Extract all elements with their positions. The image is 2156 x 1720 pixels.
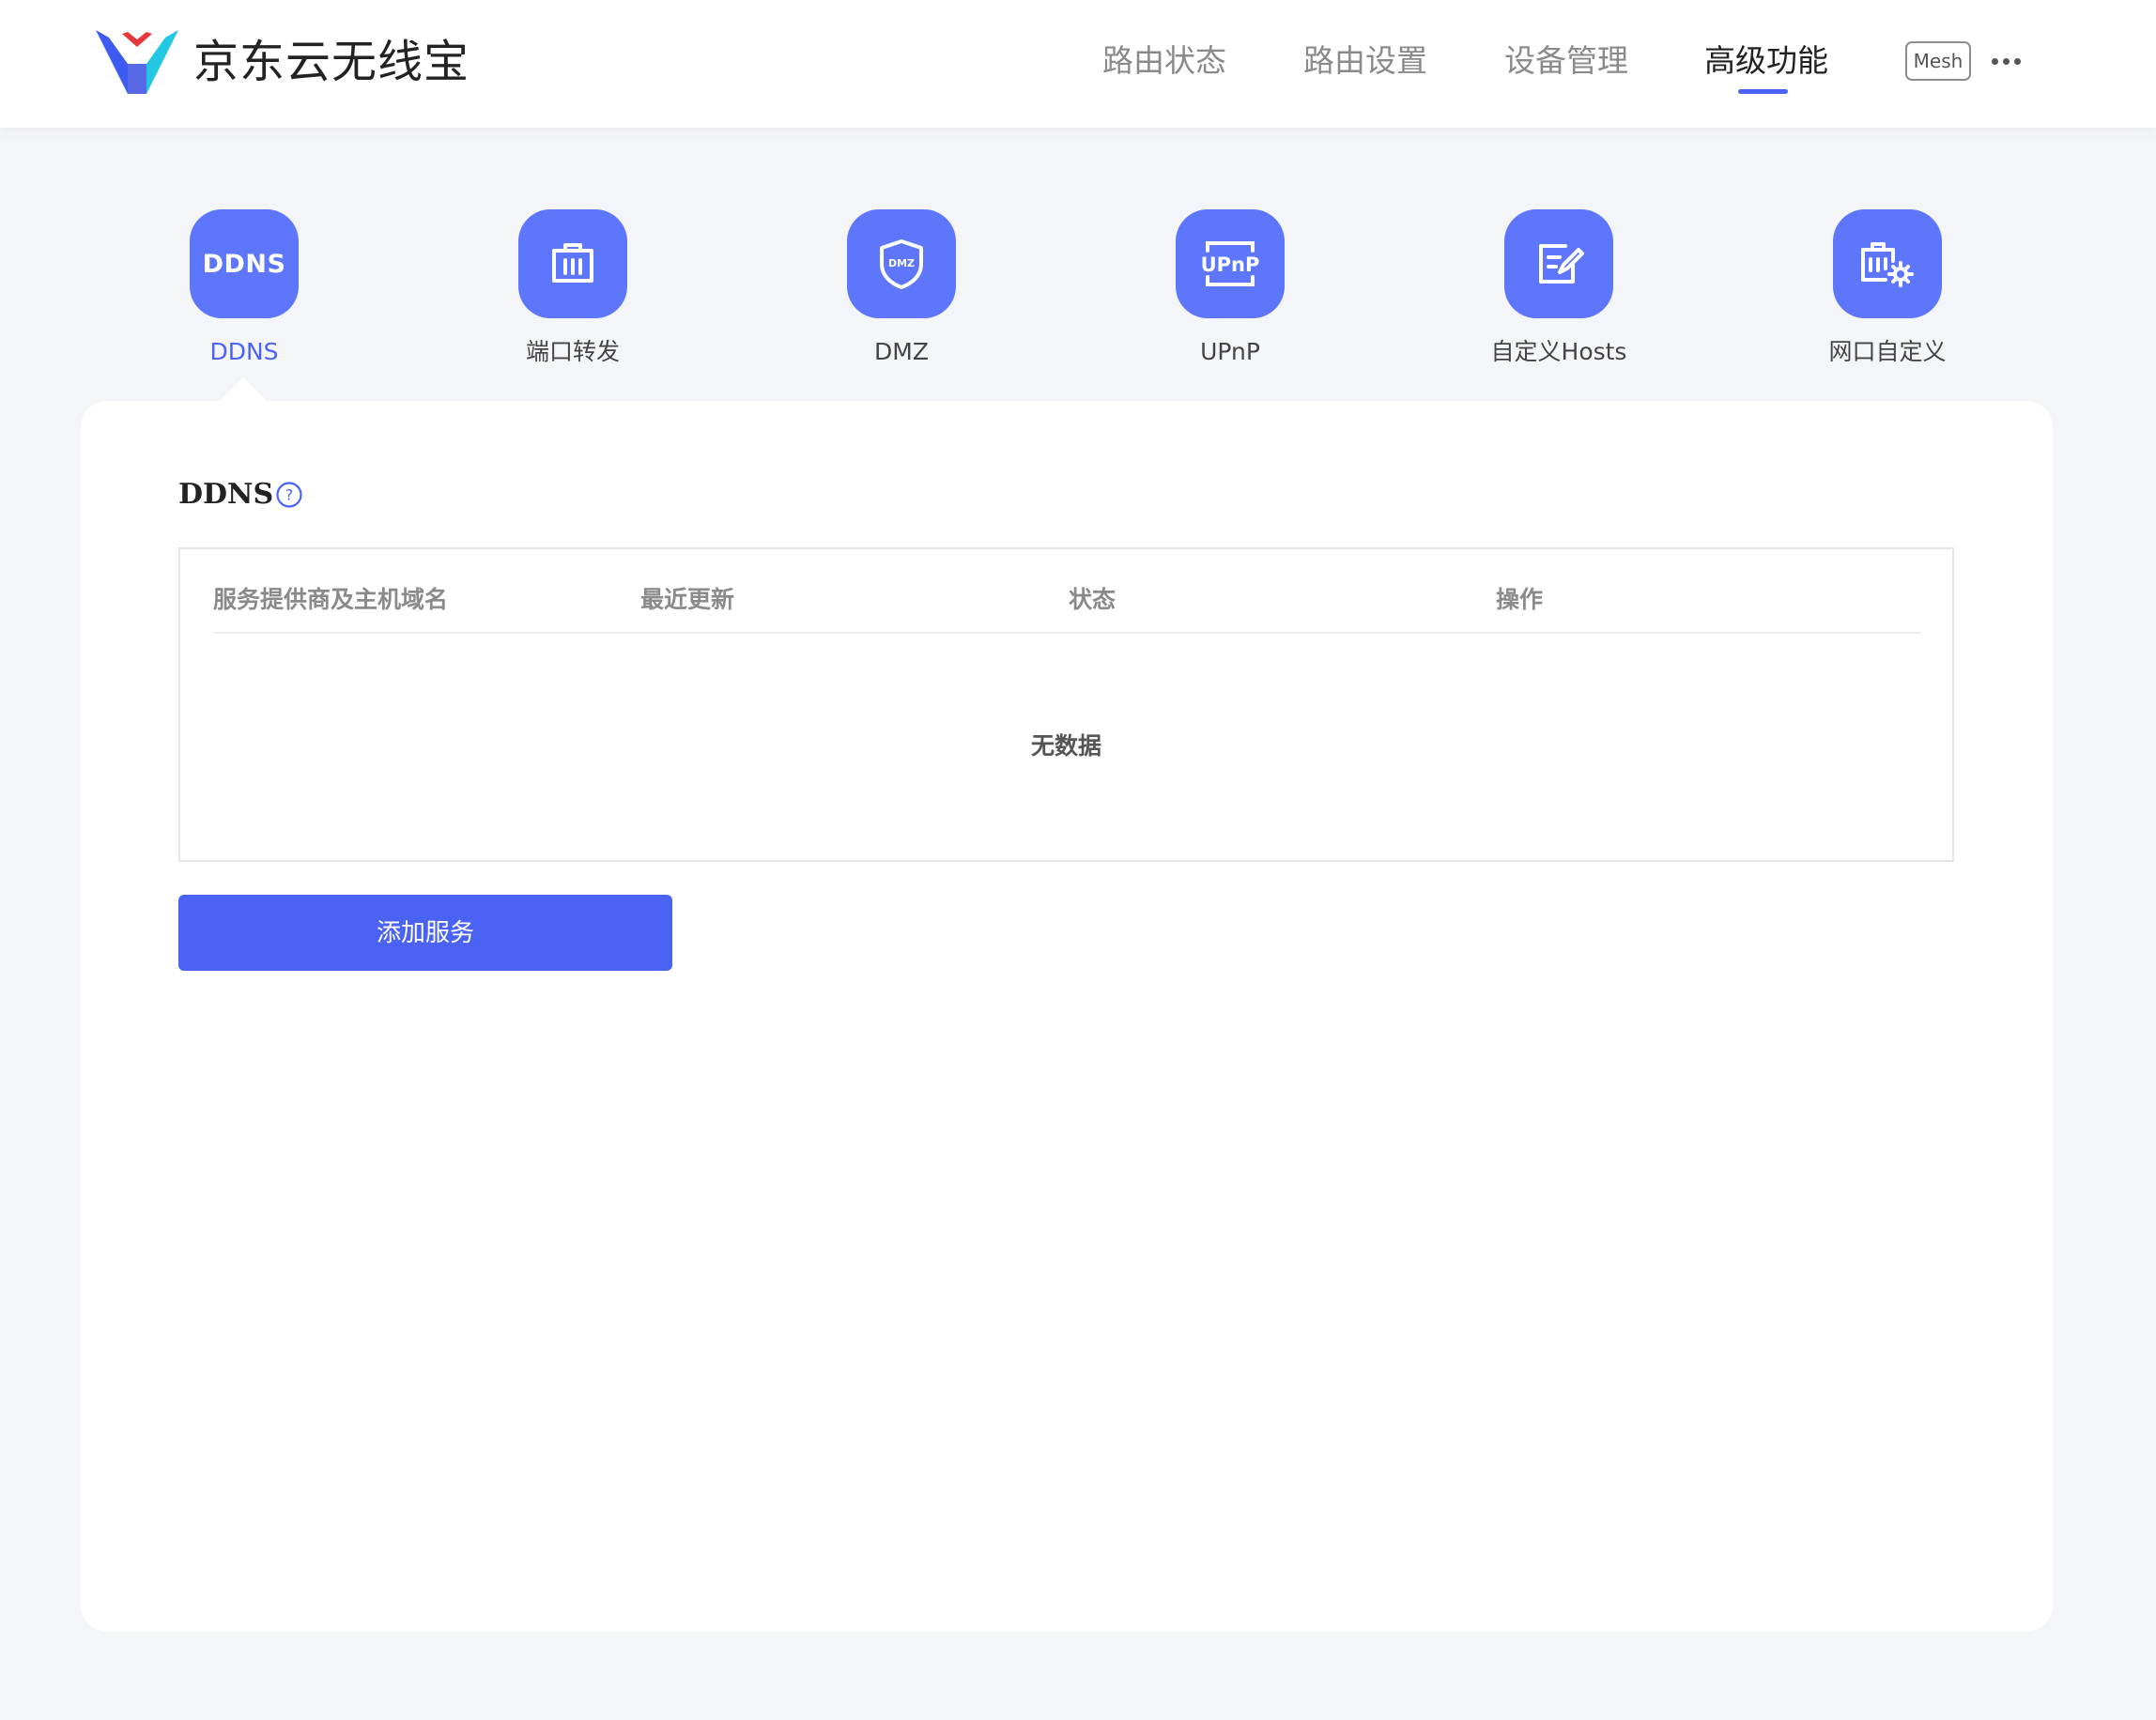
- port-icon: [518, 209, 627, 318]
- feature-label: 网口自定义: [1828, 338, 1947, 365]
- add-service-button[interactable]: 添加服务: [178, 895, 672, 971]
- feature-dmz[interactable]: DMZ DMZ: [808, 209, 995, 369]
- shield-icon: DMZ: [847, 209, 956, 318]
- feature-ddns[interactable]: DDNS DDNS: [150, 209, 338, 369]
- mesh-button[interactable]: Mesh: [1905, 41, 1971, 81]
- question-icon[interactable]: ?: [275, 481, 303, 509]
- feature-label: DMZ: [874, 338, 929, 365]
- feature-label: DDNS: [209, 338, 279, 365]
- nav-active-underline: [1738, 89, 1788, 94]
- port-settings-icon: [1833, 209, 1942, 318]
- feature-label: 自定义Hosts: [1490, 338, 1627, 365]
- svg-text:UPnP: UPnP: [1201, 253, 1260, 276]
- active-tab-pointer: [219, 377, 268, 402]
- brand-title: 京东云无线宝: [193, 36, 470, 88]
- ellipsis-icon[interactable]: [1991, 49, 2023, 73]
- nav-advanced-features[interactable]: 高级功能: [1704, 38, 1828, 84]
- feature-custom-hosts[interactable]: 自定义Hosts: [1465, 209, 1653, 369]
- svg-text:DMZ: DMZ: [888, 257, 915, 269]
- nav-device-management[interactable]: 设备管理: [1504, 38, 1628, 84]
- column-header: 状态: [1069, 586, 1116, 613]
- top-header: 京东云无线宝 路由状态 路由设置 设备管理 高级功能 Mesh: [0, 0, 2156, 128]
- section-title: DDNS: [178, 478, 274, 511]
- empty-state-text: 无数据: [1030, 732, 1101, 760]
- feature-label: UPnP: [1200, 338, 1260, 365]
- feature-upnp[interactable]: UPnP UPnP: [1136, 209, 1324, 369]
- header-divider: [213, 632, 1921, 634]
- column-header: 操作: [1496, 586, 1544, 613]
- column-header: 最近更新: [640, 586, 735, 613]
- feature-label: 端口转发: [525, 338, 620, 365]
- column-header: 服务提供商及主机域名: [213, 586, 449, 613]
- nav-router-status[interactable]: 路由状态: [1102, 38, 1226, 84]
- nav-router-settings[interactable]: 路由设置: [1303, 38, 1427, 84]
- ddns-icon: DDNS: [190, 209, 299, 318]
- logo-icon: [96, 30, 178, 94]
- feature-port-customization[interactable]: 网口自定义: [1794, 209, 1981, 369]
- ddns-table: 服务提供商及主机域名 最近更新 状态 操作 无数据: [178, 547, 1954, 862]
- edit-icon: [1504, 209, 1613, 318]
- upnp-icon: UPnP: [1176, 209, 1285, 318]
- svg-text:?: ?: [285, 486, 294, 504]
- feature-port-forwarding[interactable]: 端口转发: [479, 209, 667, 369]
